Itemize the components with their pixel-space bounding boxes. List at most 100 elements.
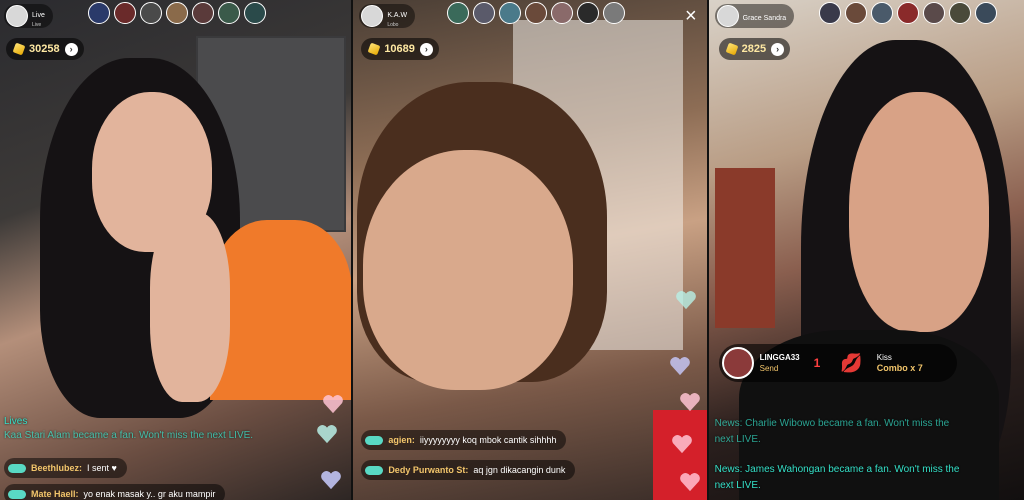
host-name: Live xyxy=(32,12,45,19)
heart-icon xyxy=(321,471,341,490)
gift-notification: LINGGA33 Send 1 💋 Kiss Combo x 7 xyxy=(718,344,957,382)
viewer-avatar[interactable] xyxy=(447,2,470,24)
viewer-avatar[interactable] xyxy=(192,2,214,24)
coin-icon xyxy=(12,42,26,56)
viewer-avatar[interactable] xyxy=(525,2,548,24)
host-info: K.A.W Lobo xyxy=(387,4,407,28)
close-icon[interactable]: × xyxy=(685,6,697,26)
heart-icon xyxy=(676,291,697,310)
viewer-avatar[interactable] xyxy=(114,2,136,24)
host-name: Grace Sandra xyxy=(742,15,787,22)
chat-message: agien: iiyyyyyyyy koq mbok cantik sihhhh xyxy=(361,430,567,450)
chevron-right-icon[interactable]: › xyxy=(771,42,785,56)
stream-panel-1[interactable]: Live Live 30258 › Lives Kaa Stari Alam b… xyxy=(0,0,352,500)
viewer-avatar[interactable] xyxy=(974,2,997,24)
system-message: Kaa Stari Alam became a fan. Won't miss … xyxy=(4,430,254,441)
viewer-avatar[interactable] xyxy=(870,2,893,24)
level-badge xyxy=(365,465,384,475)
gift-sender-name[interactable]: LINGGA33 xyxy=(760,352,800,363)
viewer-avatar[interactable] xyxy=(244,2,266,24)
background-shelf xyxy=(714,168,775,328)
host-avatar[interactable] xyxy=(6,5,28,27)
system-message: next LIVE. xyxy=(714,480,761,491)
coin-balance-chip[interactable]: 10689 › xyxy=(361,38,439,60)
viewer-avatar[interactable] xyxy=(577,2,600,24)
host-avatar[interactable] xyxy=(716,5,739,27)
chat-text: I sent ♥ xyxy=(87,463,117,473)
gift-sender-info: LINGGA33 Send xyxy=(760,352,800,374)
host-chip[interactable]: Live Live xyxy=(4,4,53,28)
level-badge xyxy=(365,435,384,445)
host-chip[interactable]: Grace Sandra xyxy=(714,4,795,28)
heart-icon xyxy=(680,473,701,492)
coin-icon xyxy=(367,42,381,56)
gifter-avatar[interactable] xyxy=(721,347,754,379)
gift-count: 1 xyxy=(813,356,821,370)
coin-balance-chip[interactable]: 2825 › xyxy=(718,38,791,60)
background-wall xyxy=(513,20,684,350)
viewer-avatar[interactable] xyxy=(922,2,945,24)
coin-value: 10689 xyxy=(384,43,415,55)
chat-username[interactable]: Dedy Purwanto St: xyxy=(388,465,468,475)
heart-icon xyxy=(670,357,691,376)
gift-name: Kiss xyxy=(876,353,892,362)
streamer-face xyxy=(363,150,574,390)
viewer-avatar[interactable] xyxy=(499,2,522,24)
coin-balance-chip[interactable]: 30258 › xyxy=(6,38,84,60)
host-chip[interactable]: K.A.W Lobo xyxy=(359,4,416,28)
chat-username[interactable]: agien: xyxy=(388,435,415,445)
system-message: Lives xyxy=(4,416,27,427)
viewer-avatar[interactable] xyxy=(896,2,919,24)
stream-panel-3[interactable]: Grace Sandra 2825 › LINGGA33 Send 1 💋 Ki… xyxy=(708,0,1024,500)
chevron-right-icon[interactable]: › xyxy=(419,42,433,56)
lips-icon: 💋 xyxy=(840,352,863,373)
chevron-right-icon[interactable]: › xyxy=(64,42,78,56)
gift-combo: Combo x 7 xyxy=(876,363,923,373)
system-message: News: Charlie Wibowo became a fan. Won't… xyxy=(714,418,950,429)
viewer-list xyxy=(447,2,626,24)
chat-text: iiyyyyyyyy koq mbok cantik sihhhh xyxy=(419,435,557,445)
heart-icon xyxy=(680,393,701,412)
viewer-list xyxy=(818,2,997,24)
host-avatar[interactable] xyxy=(361,5,384,27)
chat-message: Beethlubez: I sent ♥ xyxy=(4,458,127,478)
viewer-avatar[interactable] xyxy=(88,2,110,24)
streamer-hair xyxy=(800,40,1011,500)
host-name: K.A.W xyxy=(387,12,408,19)
viewer-avatar[interactable] xyxy=(218,2,240,24)
heart-icon xyxy=(672,435,693,454)
viewer-avatar[interactable] xyxy=(603,2,626,24)
gift-detail: Kiss Combo x 7 xyxy=(877,352,923,374)
viewer-list xyxy=(88,2,266,24)
level-badge xyxy=(8,463,26,473)
host-info: Live Live xyxy=(32,4,45,28)
heart-icon xyxy=(323,395,343,414)
chat-username[interactable]: Mate Haell: xyxy=(31,489,79,499)
viewer-avatar[interactable] xyxy=(818,2,841,24)
stream-panel-2[interactable]: K.A.W Lobo × 10689 › agien: iiyyyyyyyy k… xyxy=(353,0,707,500)
streamer-arm xyxy=(150,212,230,402)
streamer-face xyxy=(92,92,212,252)
coin-value: 2825 xyxy=(741,43,767,55)
system-message: News: James Wahongan became a fan. Won't… xyxy=(714,464,960,475)
coin-value: 30258 xyxy=(29,43,60,55)
chat-username[interactable]: Beethlubez: xyxy=(31,463,82,473)
viewer-avatar[interactable] xyxy=(551,2,574,24)
chat-text: yo enak masak y.. gr aku mampir xyxy=(83,489,216,499)
heart-icon xyxy=(317,425,337,444)
streamer-face xyxy=(848,92,989,332)
host-subtitle: Live xyxy=(32,22,42,28)
host-info: Grace Sandra xyxy=(743,7,787,25)
level-badge xyxy=(8,489,26,499)
viewer-avatar[interactable] xyxy=(140,2,162,24)
viewer-avatar[interactable] xyxy=(166,2,188,24)
viewer-avatar[interactable] xyxy=(844,2,867,24)
chat-text: aq jgn dikacangin dunk xyxy=(473,465,566,475)
chat-message: Mate Haell: yo enak masak y.. gr aku mam… xyxy=(4,484,226,500)
system-message: next LIVE. xyxy=(714,434,761,445)
viewer-avatar[interactable] xyxy=(473,2,496,24)
system-message-prefix: Lives xyxy=(4,416,28,427)
viewer-avatar[interactable] xyxy=(948,2,971,24)
streamer-hair xyxy=(357,82,608,382)
background-door xyxy=(196,36,346,232)
